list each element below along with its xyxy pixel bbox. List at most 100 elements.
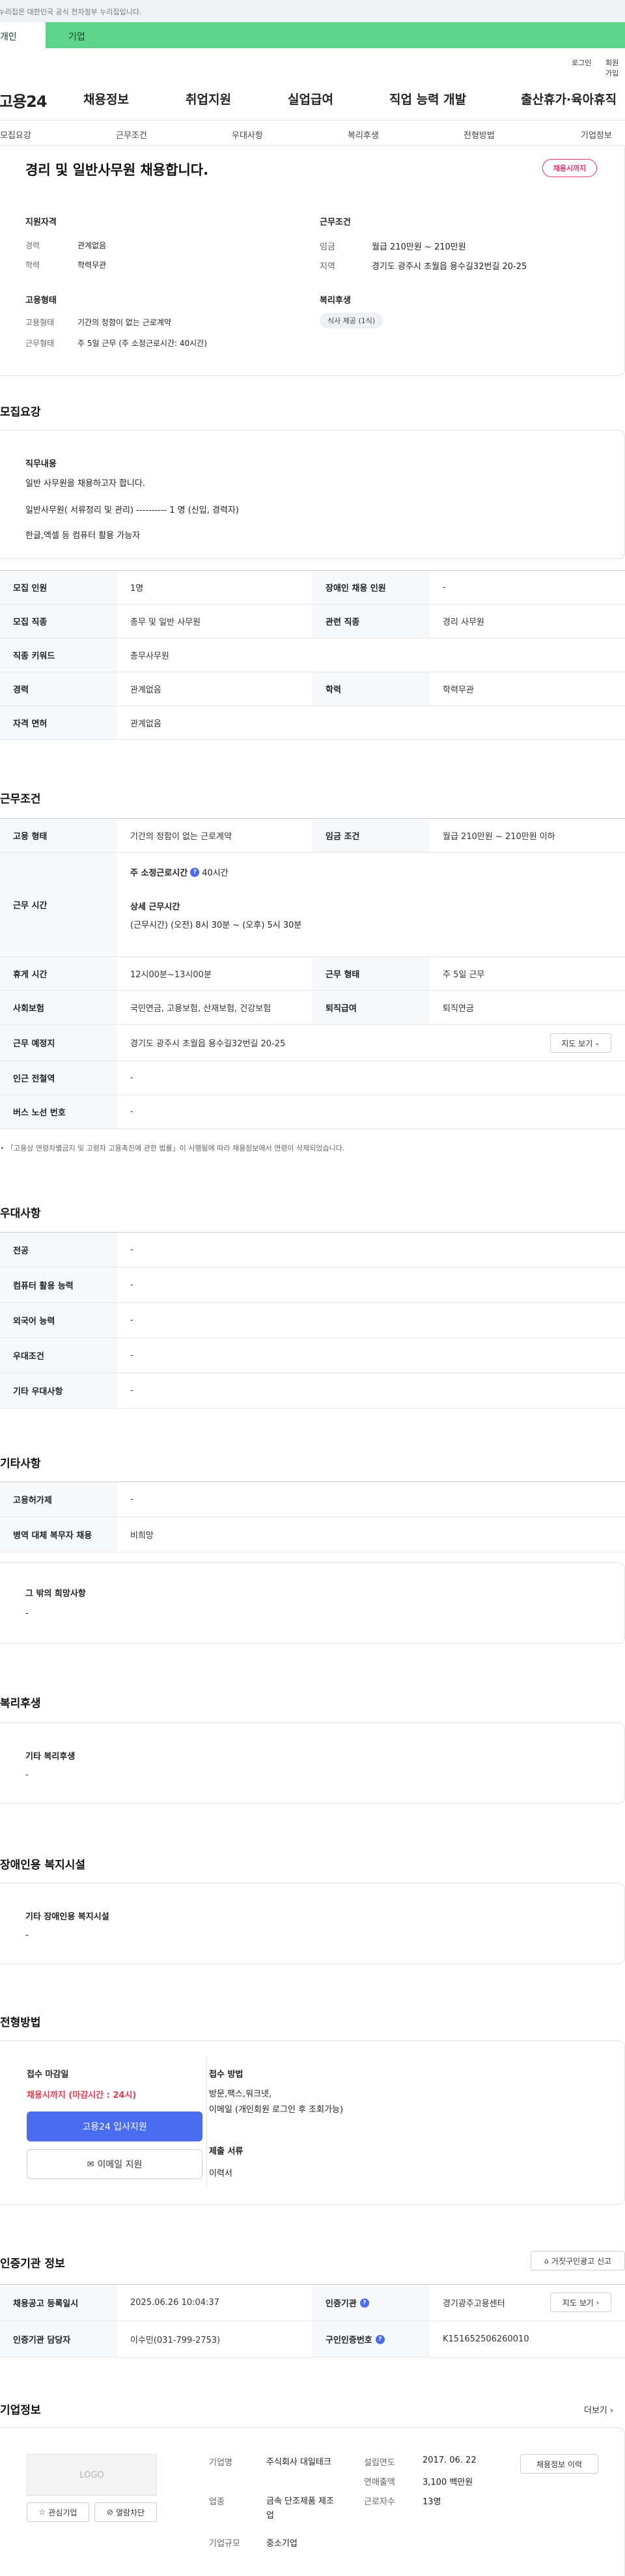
process-card: 접수 마감일 채용시까지 (마감시간 : 24시) 고용24 입사지원 ✉ 이메일… (0, 2040, 625, 2205)
company-name-label: 기업명 (209, 2458, 232, 2468)
recruit-label: 모집 인원 (0, 571, 117, 604)
util-links: 로그인 회원가입 (0, 48, 625, 78)
cert-label: 채용공고 등록일시 (0, 2285, 117, 2321)
pref-label: 외국어 능력 (0, 1303, 117, 1338)
anchor-tab-work[interactable]: 근무조건 (116, 128, 147, 141)
pref-row: 컴퓨터 활용 능력 - (0, 1268, 625, 1303)
company-logo: LOGO (27, 2454, 157, 2496)
gnb-item-unemployment-benefit[interactable]: 실업급여 (288, 90, 333, 107)
mail-icon: ✉ (87, 2159, 94, 2169)
edu-value: 학력무관 (77, 261, 107, 270)
interest-company-button[interactable]: ☆ 관심기업 (27, 2502, 89, 2522)
method-label: 접수 방법 (209, 2070, 243, 2080)
work-value: - (130, 1107, 133, 1117)
work-row: 인근 전철역 - (0, 1061, 625, 1095)
map-button[interactable]: 지도 보기 ⌄ (550, 1033, 611, 1053)
site-logo[interactable]: 고용24 (0, 89, 48, 111)
work-value: 기간의 정함이 없는 근로계약 (130, 832, 232, 842)
region-value: 경기도 광주시 초월읍 용수길32번길 20-25 (372, 262, 527, 272)
recruit-value: 학력무관 (443, 685, 474, 695)
etc-wish-heading: 그 밖의 희망사항 (25, 1589, 86, 1599)
pref-label: 기타 우대사항 (0, 1373, 117, 1408)
gnb-item-vocational-training[interactable]: 직업 능력 개발 (389, 90, 466, 107)
agency-map-label: 지도 보기 (562, 2298, 594, 2308)
anchor-tab-benefits[interactable]: 복리후생 (348, 128, 379, 141)
recruit-row: 직종 키워드 총무사무원 (0, 638, 625, 672)
cert-section-title: 인증기관 정보 (0, 2257, 65, 2270)
work-label: 인근 전철역 (0, 1061, 117, 1095)
apply-button[interactable]: 고용24 입사지원 (27, 2111, 202, 2141)
sales-label: 연매출액 (364, 2478, 395, 2487)
anchor-tab-bar: 모집요강 근무조건 우대사항 복리후생 전형방법 기업정보 (0, 120, 625, 146)
job-history-button[interactable]: 채용정보 이력 (520, 2454, 598, 2474)
star-icon: ☆ (38, 2508, 46, 2517)
duty-line-2: 일반사무원( 서류정리 및 관리) ---------- 1 명 (신입, 경력… (25, 506, 239, 515)
cert-value: 경기광주고용센터 (443, 2299, 505, 2309)
cert-row: 인증기관 담당자 이수민(031-799-2753) 구인인증번호? K1516… (0, 2321, 625, 2358)
anchor-tab-company[interactable]: 기업정보 (581, 128, 612, 141)
company-more-link[interactable]: 더보기 › (584, 2403, 613, 2416)
anchor-tab-process[interactable]: 전형방법 (464, 128, 495, 141)
email-apply-button[interactable]: ✉ 이메일 지원 (27, 2149, 202, 2179)
work-row: 근무 예정지 경기도 광주시 초월읍 용수길32번길 20-25 지도 보기 ⌄ (0, 1025, 625, 1061)
pref-value: - (130, 1351, 133, 1360)
work-row: 고용 형태 기간의 정함이 없는 근로계약 임금 조건 월급 210만원 ~ 2… (0, 819, 625, 853)
lock-icon: ⌂ (544, 2256, 549, 2265)
login-link[interactable]: 로그인 (572, 57, 591, 68)
method-value: 방문,팩스,워크넷, 이메일 (개인회원 로그인 후 조회가능) (209, 2089, 344, 2115)
pref-row: 기타 우대사항 - (0, 1373, 625, 1409)
recruit-row: 모집 인원 1명 장애인 채용 인원 - (0, 571, 625, 605)
cert-agency-label: 인증기관 (326, 2299, 357, 2309)
recruit-label: 장애인 채용 인원 (312, 571, 430, 604)
work-label: 휴게 시간 (0, 957, 117, 990)
welfare-heading: 복리후생 (320, 296, 351, 306)
company-card: LOGO ☆ 관심기업 ⊘ 열람차단 기업명 주식회사 대일테크 업종 금속 단조제… (0, 2427, 625, 2576)
work-value: 월급 210만원 ~ 210만원 이하 (443, 832, 555, 842)
recruit-row: 자격 면허 관계없음 (0, 706, 625, 740)
anchor-tab-preference[interactable]: 우대사항 (232, 128, 263, 141)
info-icon[interactable]: ? (190, 867, 200, 877)
etc-label: 병역 대체 복무자 채용 (0, 1517, 117, 1552)
benefits-value: - (25, 1770, 29, 1780)
etc-value: - (130, 1495, 133, 1504)
report-false-ad-label: 거짓구인광고 신고 (551, 2256, 612, 2266)
employees-label: 근로자수 (364, 2497, 395, 2507)
tab-personal[interactable]: 개인 (0, 22, 46, 48)
tab-company[interactable]: 기업 (68, 30, 85, 43)
disability-heading: 기타 장애인용 복지시설 (25, 1912, 109, 1922)
work-value: 12시00분~13시00분 (130, 970, 212, 980)
docs-value: 이력서 (209, 2169, 232, 2179)
anchor-tab-recruit[interactable]: 모집요강 (0, 128, 31, 141)
pref-row: 우대조건 - (0, 1338, 625, 1373)
job-title: 경리 및 일반사무원 채용합니다. (25, 162, 209, 178)
recruit-row: 경력 관계없음 학력 학력무관 (0, 672, 625, 706)
cert-label: 인증기관? (312, 2285, 430, 2321)
gnb-item-parental-leave[interactable]: 출산휴가·육아휴직 (521, 90, 617, 107)
etc-section-title: 기타사항 (0, 1457, 41, 1470)
work-label: 고용 형태 (0, 819, 117, 852)
cert-value: 이수민(031-799-2753) (130, 2336, 221, 2345)
job-summary-card: 경리 및 일반사무원 채용합니다. 채용시까지 지원자격 경력 관계없음 학력 … (0, 147, 625, 376)
qualification-heading: 지원자격 (25, 218, 57, 227)
etc-wish-value: - (25, 1609, 29, 1618)
cert-value: K151652506260010 (443, 2334, 529, 2344)
conditions-heading: 근무조건 (320, 218, 351, 227)
info-icon[interactable]: ? (359, 2298, 369, 2308)
employees-value: 13명 (423, 2497, 441, 2507)
work-label: 버스 노선 번호 (0, 1095, 117, 1128)
duty-heading: 직무내용 (25, 459, 57, 469)
gnb-item-jobs[interactable]: 채용정보 (83, 90, 129, 107)
gnb-item-employment-support[interactable]: 취업지원 (186, 90, 231, 107)
pref-value: - (130, 1315, 133, 1325)
info-icon[interactable]: ? (375, 2334, 385, 2344)
work-label: 근무 예정지 (0, 1025, 117, 1061)
agency-map-button[interactable]: 지도 보기 › (550, 2293, 611, 2312)
work-value: 주 5일 근무 (443, 970, 485, 980)
pref-label: 전공 (0, 1233, 117, 1267)
detail-hours-value: (근무시간) (오전) 8시 30분 ~ (오후) 5시 30분 (130, 921, 302, 930)
etc-wish-card: 그 밖의 희망사항 - (0, 1562, 625, 1644)
report-false-ad-button[interactable]: ⌂ 거짓구인광고 신고 (531, 2251, 625, 2270)
work-label: 퇴직급여 (312, 991, 430, 1024)
block-view-button[interactable]: ⊘ 열람차단 (94, 2502, 157, 2522)
etc-row: 고용허가제 - (0, 1482, 625, 1517)
